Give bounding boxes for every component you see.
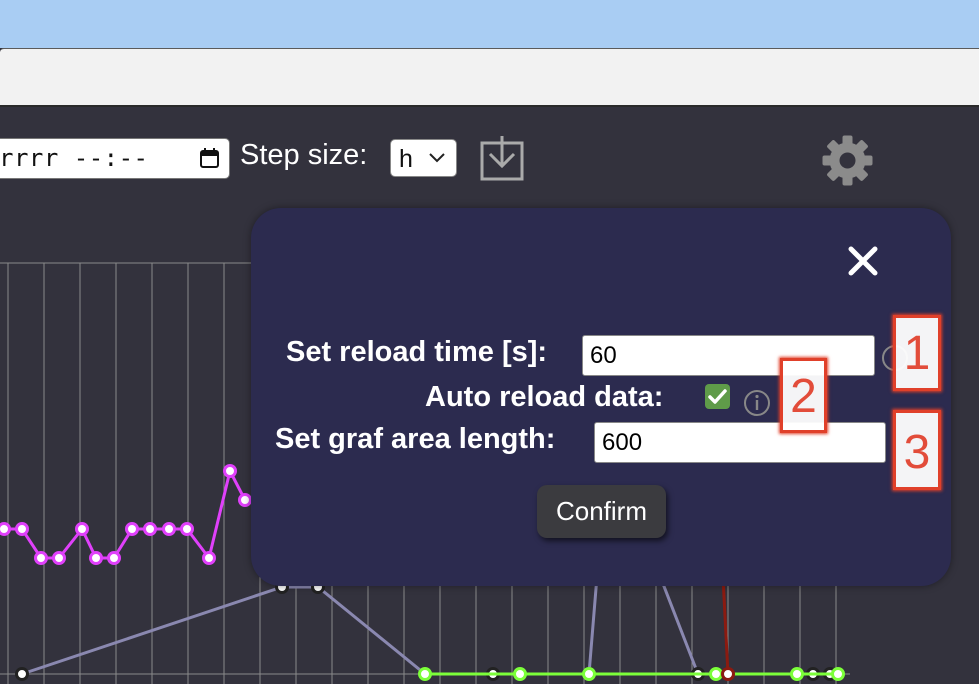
- datetime-input[interactable]: rrrr --:--: [0, 138, 230, 179]
- step-size-label: Step size:: [240, 139, 368, 171]
- annotation-marker-1: 1: [893, 315, 941, 391]
- series-magenta-point: [223, 464, 237, 478]
- series-green-point: [582, 667, 596, 681]
- calendar-icon[interactable]: [200, 148, 219, 168]
- graf-area-length-label: Set graf area length:: [275, 423, 556, 455]
- step-size-value: h: [399, 145, 413, 173]
- series-green-point: [831, 667, 845, 681]
- series-magenta-line: [4, 466, 247, 562]
- series-green-point: [513, 667, 527, 681]
- series-magenta-point: [202, 551, 216, 565]
- series-magenta-point: [52, 551, 66, 565]
- series-green-point: [790, 667, 804, 681]
- series-red-point: [721, 667, 735, 681]
- browser-address-bar[interactable]: [0, 48, 979, 106]
- series-magenta-point: [125, 522, 139, 536]
- gear-icon[interactable]: [820, 133, 875, 188]
- series-magenta-point: [180, 522, 194, 536]
- series-magenta-point: [162, 522, 176, 536]
- graf-area-length-value: 600: [602, 429, 643, 456]
- annotation-marker-3: 3: [893, 410, 941, 490]
- auto-reload-checkbox[interactable]: [705, 384, 730, 409]
- checkmark-icon: [708, 389, 727, 404]
- series-magenta-point: [15, 522, 29, 536]
- series-magenta-point: [34, 551, 48, 565]
- reload-time-value: 60: [590, 342, 617, 369]
- info-icon[interactable]: [742, 388, 772, 418]
- download-icon[interactable]: [479, 134, 525, 182]
- series-slate-point: [15, 667, 29, 681]
- step-size-select[interactable]: h: [390, 139, 457, 177]
- series-magenta-point: [107, 551, 121, 565]
- series-magenta-point: [238, 493, 252, 507]
- graf-area-length-input[interactable]: 600: [594, 422, 886, 463]
- chevron-down-icon: [429, 153, 445, 163]
- annotation-marker-2: 2: [780, 358, 827, 433]
- datetime-input-value: rrrr --:--: [0, 144, 149, 172]
- close-icon[interactable]: [846, 244, 880, 278]
- auto-reload-label: Auto reload data:: [425, 381, 664, 413]
- os-window-titlebar: [0, 0, 979, 48]
- series-magenta-point: [0, 522, 11, 536]
- reload-time-label: Set reload time [s]:: [286, 336, 548, 368]
- series-green-point: [418, 667, 432, 681]
- series-magenta-point: [89, 551, 103, 565]
- reload-time-input[interactable]: 60: [582, 335, 875, 376]
- series-magenta-point: [143, 522, 157, 536]
- series-magenta-point: [75, 522, 89, 536]
- confirm-button[interactable]: Confirm: [537, 485, 666, 538]
- series-green-point: [709, 667, 723, 681]
